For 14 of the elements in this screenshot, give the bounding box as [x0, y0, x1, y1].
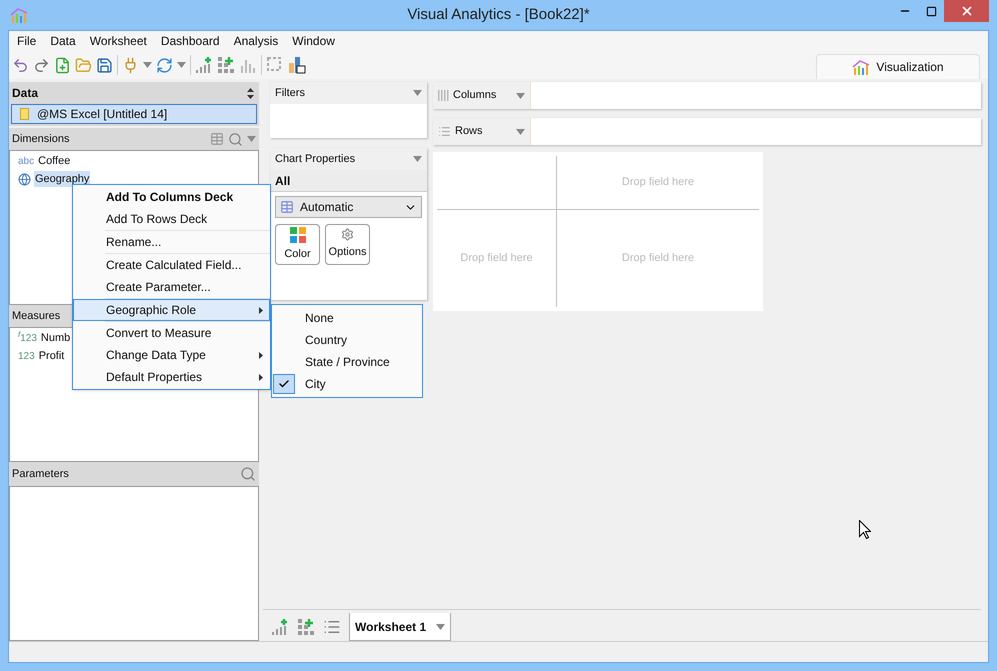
- section-title: Measures: [12, 308, 60, 324]
- panel-title: Chart Properties: [275, 152, 356, 167]
- panel-title: Filters: [275, 86, 306, 101]
- shelf-label: Rows: [455, 124, 484, 140]
- section-title: Dimensions: [12, 132, 70, 147]
- section-title: Parameters: [12, 466, 70, 482]
- formula-mark: f: [18, 329, 20, 341]
- window-title: Visual Analytics - [Book22]*: [406, 4, 591, 25]
- section-title: All: [275, 172, 290, 190]
- type-label: abc: [18, 154, 34, 168]
- type-label: 123: [18, 350, 35, 364]
- panel-title: Data: [12, 85, 38, 102]
- type-label: 123: [20, 332, 37, 346]
- shelf-label: Columns: [453, 88, 498, 104]
